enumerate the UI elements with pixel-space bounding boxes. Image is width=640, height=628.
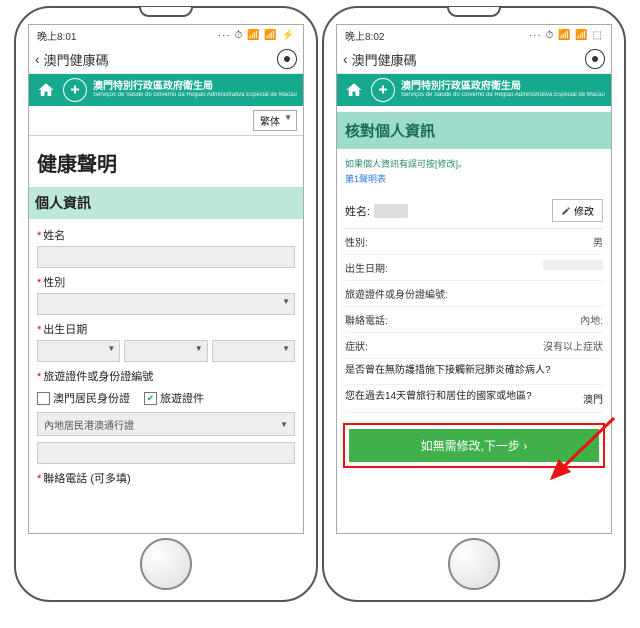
navbar-title: 澳門健康碼: [352, 50, 585, 69]
declaration-link[interactable]: 第1聲明表: [345, 172, 386, 185]
language-row: 繁体: [29, 106, 303, 136]
edit-button[interactable]: 修改: [552, 199, 603, 222]
org-line2: Serviços de Saúde do Governo da Região A…: [93, 92, 297, 99]
status-time: 晚上8:01: [37, 28, 76, 43]
navbar: ‹ 澳門健康碼: [29, 45, 303, 74]
phone-frame-right: 晚上8:02 ··· ⏱ 📶 📶 ⬚ ‹ 澳門健康碼 澳門特別行政區政府衛生局 …: [322, 6, 626, 602]
review-body: 核對個人資訊 如果個人資訊有誤可按[修改]。 第1聲明表 姓名: 修改 性別: …: [337, 106, 611, 474]
checkbox-local-id[interactable]: 澳門居民身份證: [37, 390, 130, 406]
navbar: ‹ 澳門健康碼: [337, 45, 611, 74]
gender-select[interactable]: [37, 293, 295, 315]
phone-row: 聯絡電話: 內地:: [345, 307, 603, 333]
dob-month-select[interactable]: [124, 340, 207, 362]
pencil-icon: [561, 206, 571, 216]
home-icon[interactable]: [35, 81, 57, 99]
org-line2: Serviços de Saúde do Governo da Região A…: [401, 92, 605, 99]
home-button[interactable]: [448, 538, 500, 590]
org-text: 澳門特別行政區政府衛生局 Serviços de Saúde do Govern…: [93, 81, 297, 99]
home-button[interactable]: [140, 538, 192, 590]
org-text: 澳門特別行政區政府衛生局 Serviços de Saúde do Govern…: [401, 81, 605, 99]
status-bar: 晚上8:01 ··· ⏱ 📶 📶 ⚡: [29, 25, 303, 45]
permit-type-select[interactable]: 內地居民港澳通行證: [37, 412, 295, 436]
question-contact: 是否曾在無防護措施下接觸新冠肺炎確診病人?: [345, 359, 603, 385]
name-input[interactable]: [37, 246, 295, 268]
cta-highlight-box: 如無需修改,下一步 ›: [343, 423, 605, 468]
question-travel: 您在過去14天曾旅行和居住的國家或地區? 澳門: [345, 385, 603, 413]
status-icons: ··· ⏱ 📶 📶 ⚡: [218, 30, 295, 41]
name-key: 姓名:: [345, 203, 370, 219]
language-select[interactable]: 繁体: [253, 110, 297, 131]
name-row: 姓名: 修改: [345, 193, 603, 229]
phone-notch: [139, 7, 193, 17]
dob-label: *出生日期: [37, 321, 295, 337]
org-line1: 澳門特別行政區政府衛生局: [401, 81, 605, 92]
org-banner: 澳門特別行政區政府衛生局 Serviços de Saúde do Govern…: [29, 74, 303, 106]
target-icon[interactable]: [277, 49, 297, 69]
target-icon[interactable]: [585, 49, 605, 69]
checkbox-label: 澳門居民身份證: [53, 390, 130, 406]
dob-redacted: [543, 260, 603, 270]
checkbox-travel-doc[interactable]: ✔ 旅遊證件: [144, 390, 204, 406]
health-badge-icon: [371, 78, 395, 102]
form-body: 健康聲明 個人資訊 *姓名 *性別 *出生日期 *旅遊證件或身份證編號 澳門居民…: [29, 136, 303, 495]
doc-number-input[interactable]: [37, 442, 295, 464]
name-value-redacted: [374, 204, 408, 218]
back-icon[interactable]: ‹: [35, 51, 40, 67]
phone-notch: [447, 7, 501, 17]
dob-row: 出生日期:: [345, 255, 603, 281]
checkbox-box-checked: ✔: [144, 392, 157, 405]
org-banner: 澳門特別行政區政府衛生局 Serviços de Saúde do Govern…: [337, 74, 611, 106]
review-title: 核對個人資訊: [337, 112, 611, 149]
home-icon[interactable]: [343, 81, 365, 99]
checkbox-box: [37, 392, 50, 405]
org-line1: 澳門特別行政區政府衛生局: [93, 81, 297, 92]
dob-year-select[interactable]: [37, 340, 120, 362]
page-heading: 健康聲明: [37, 148, 295, 177]
status-time: 晚上8:02: [345, 28, 384, 43]
phone-label: *聯絡電話 (可多填): [37, 470, 295, 486]
status-bar: 晚上8:02 ··· ⏱ 📶 📶 ⬚: [337, 25, 611, 45]
doc-label: *旅遊證件或身份證編號: [37, 368, 295, 384]
gender-select-row: [37, 293, 295, 315]
gender-row: 性別: 男: [345, 229, 603, 255]
doc-type-row: 澳門居民身份證 ✔ 旅遊證件: [37, 390, 295, 406]
gender-label: *性別: [37, 274, 295, 290]
back-icon[interactable]: ‹: [343, 51, 348, 67]
name-label: *姓名: [37, 227, 295, 243]
section-header: 個人資訊: [29, 187, 303, 219]
health-badge-icon: [63, 78, 87, 102]
checkbox-label: 旅遊證件: [160, 390, 204, 406]
screen-right: 晚上8:02 ··· ⏱ 📶 📶 ⬚ ‹ 澳門健康碼 澳門特別行政區政府衛生局 …: [336, 24, 612, 534]
review-hint: 如果個人資訊有誤可按[修改]。: [345, 157, 603, 170]
dob-row: [37, 340, 295, 362]
dob-day-select[interactable]: [212, 340, 295, 362]
navbar-title: 澳門健康碼: [44, 50, 277, 69]
screen-left: 晚上8:01 ··· ⏱ 📶 📶 ⚡ ‹ 澳門健康碼 澳門特別行政區政府衛生局 …: [28, 24, 304, 534]
doc-row: 旅遊證件或身份證編號:: [345, 281, 603, 307]
next-step-button[interactable]: 如無需修改,下一步 ›: [349, 429, 599, 462]
status-icons: ··· ⏱ 📶 📶 ⬚: [529, 30, 603, 41]
phone-frame-left: 晚上8:01 ··· ⏱ 📶 📶 ⚡ ‹ 澳門健康碼 澳門特別行政區政府衛生局 …: [14, 6, 318, 602]
symptom-row: 症狀: 沒有以上症狀: [345, 333, 603, 359]
